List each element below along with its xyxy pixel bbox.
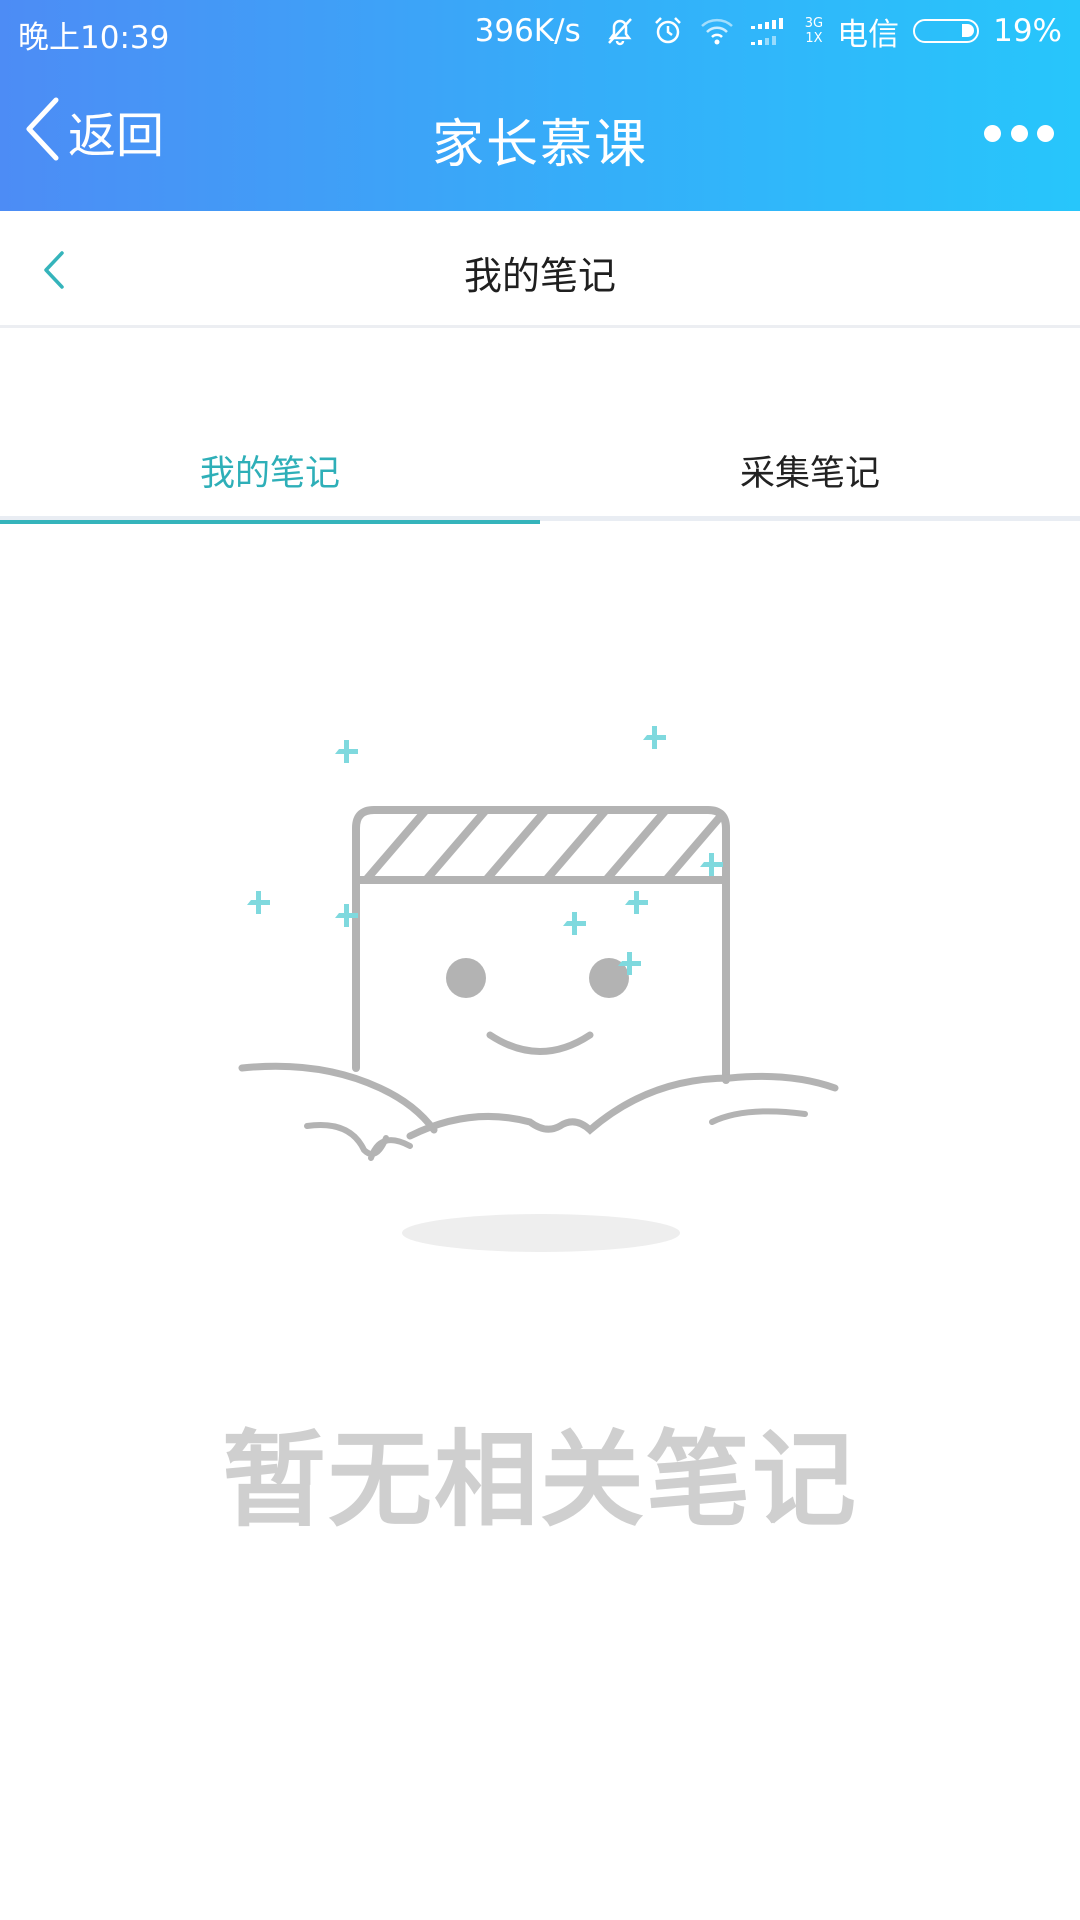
more-dot-icon — [1037, 124, 1054, 142]
network-type: 3G 1X — [805, 16, 823, 46]
network-type-top: 3G — [804, 16, 824, 31]
status-bar: 晚上10:39 396K/s 3G 1X 电信 19% — [0, 0, 1080, 62]
tab-my-notes[interactable]: 我的笔记 — [0, 328, 540, 524]
empty-box-character-icon — [238, 726, 839, 1252]
empty-state-illustration — [230, 710, 850, 1270]
page-title: 我的笔记 — [463, 254, 616, 298]
battery-percent: 19% — [993, 13, 1062, 49]
app-nav-bar: 返回 家长慕课 — [0, 62, 1080, 211]
mute-bell-icon — [603, 14, 637, 48]
battery-level-fill — [962, 24, 975, 37]
carrier-name: 电信 — [837, 16, 900, 53]
status-time: 晚上10:39 — [18, 20, 170, 56]
network-type-bottom: 1X — [805, 31, 823, 46]
page-header: 我的笔记 — [0, 211, 1080, 328]
wifi-icon — [699, 16, 735, 46]
tab-label: 采集笔记 — [739, 454, 880, 494]
empty-state-message: 暂无相关笔记 — [221, 1419, 858, 1541]
active-tab-indicator — [0, 520, 540, 524]
tab-collected-notes[interactable]: 采集笔记 — [540, 328, 1080, 524]
battery-icon — [913, 19, 980, 43]
alarm-clock-icon — [651, 14, 685, 48]
status-icons: 396K/s 3G 1X 电信 19% — [474, 10, 1062, 53]
more-menu-button[interactable] — [984, 118, 1054, 148]
tab-label: 我的笔记 — [199, 454, 340, 494]
tab-bar: 我的笔记 采集笔记 — [0, 328, 1080, 524]
signal-icon — [749, 15, 791, 47]
more-dot-icon — [984, 124, 1001, 142]
more-dot-icon — [1010, 124, 1028, 142]
network-speed: 396K/s — [474, 13, 581, 49]
app-title: 家长慕课 — [431, 115, 648, 175]
